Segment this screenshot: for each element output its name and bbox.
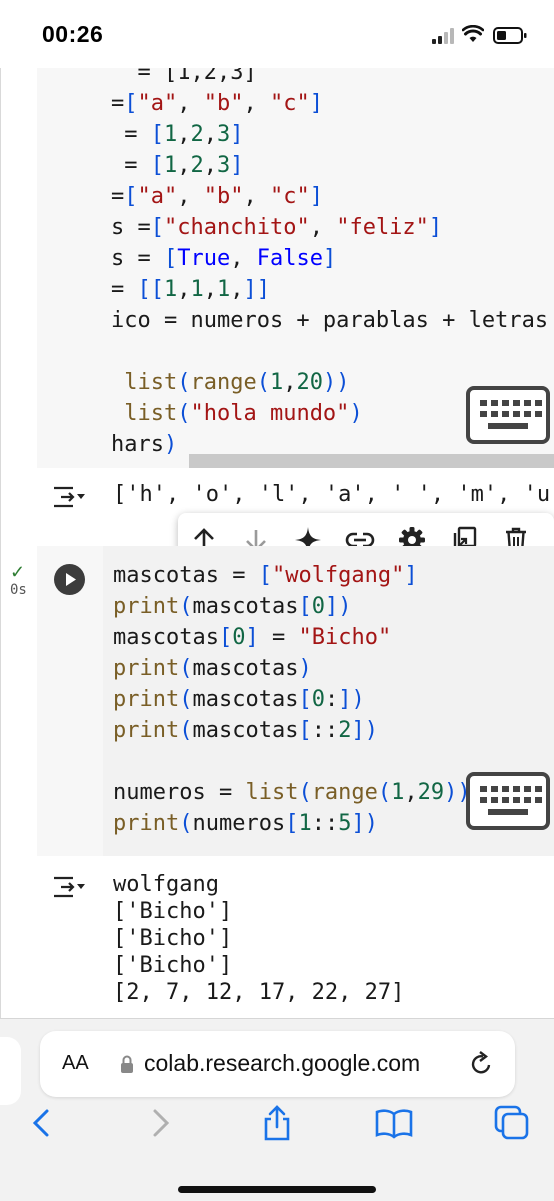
previous-tab-peek[interactable] <box>0 1037 21 1105</box>
execution-time: 0s <box>10 582 27 598</box>
keyboard-icon-2[interactable] <box>466 772 550 830</box>
text-size-label: AA <box>62 1052 89 1074</box>
cellular-signal-icon <box>432 28 458 44</box>
code-line[interactable]: print(mascotas[::2]) <box>113 716 378 746</box>
code-line[interactable]: = [1,2,3] <box>111 120 243 150</box>
code-line[interactable]: print(mascotas) <box>113 654 312 684</box>
output-options-icon[interactable] <box>53 484 87 510</box>
status-bar: 00:26 <box>0 0 554 68</box>
url-text: colab.research.google.com <box>144 1050 421 1076</box>
code-line[interactable]: list("hola mundo") <box>111 399 362 429</box>
code-line[interactable]: = [1,2,3] <box>111 68 256 88</box>
code-line[interactable]: print(mascotas[0:]) <box>113 685 365 715</box>
left-edge-divider <box>0 68 1 1018</box>
forward-icon[interactable] <box>140 1103 180 1143</box>
safari-toolbar: AA colab.research.google.com <box>0 1018 554 1201</box>
output-line: ['Bicho'] <box>113 899 233 924</box>
keyboard-icon[interactable] <box>466 386 550 444</box>
code-line[interactable]: hars) <box>111 430 177 460</box>
battery-icon <box>493 27 527 44</box>
output-line: ['Bicho'] <box>113 953 233 978</box>
play-icon <box>66 573 76 586</box>
code-line[interactable]: print(mascotas[0]) <box>113 592 351 622</box>
code-line[interactable]: = [[1,1,1,]] <box>111 275 270 305</box>
output-line: [2, 7, 12, 17, 22, 27] <box>113 980 405 1005</box>
colab-notebook[interactable]: = [1,2,3] =["a", "b", "c"] = [1,2,3] = [1… <box>0 68 554 1018</box>
output-line: ['Bicho'] <box>113 926 233 951</box>
output-options-icon-2[interactable] <box>53 874 87 900</box>
code-line[interactable]: mascotas = ["wolfgang"] <box>113 561 418 591</box>
back-icon[interactable] <box>22 1103 62 1143</box>
tabs-icon[interactable] <box>492 1103 532 1143</box>
bookmarks-icon[interactable] <box>374 1103 414 1143</box>
home-indicator <box>178 1186 376 1193</box>
wifi-icon <box>462 25 484 42</box>
text-size-button[interactable]: AA <box>62 1052 89 1075</box>
lock-icon <box>121 1055 133 1073</box>
share-icon[interactable] <box>257 1103 297 1143</box>
horizontal-scrollbar[interactable] <box>189 454 554 468</box>
code-line[interactable]: numeros = list(range(1,29)) <box>113 778 471 808</box>
code-line[interactable]: ico = numeros + parablas + letras <box>111 306 548 336</box>
code-line[interactable]: print(numeros[1::5]) <box>113 809 378 839</box>
status-time: 00:26 <box>42 21 104 47</box>
address-bar[interactable]: AA colab.research.google.com <box>40 1031 515 1097</box>
cell-2-output: wolfgang ['Bicho'] ['Bicho'] ['Bicho'] [… <box>37 856 554 1018</box>
code-line[interactable]: = [1,2,3] <box>111 151 243 181</box>
code-line[interactable]: list(range(1,20)) <box>111 368 349 398</box>
code-line[interactable]: s =["chanchito", "feliz"] <box>111 213 442 243</box>
code-line[interactable]: =["a", "b", "c"] <box>111 182 323 212</box>
execution-success-icon: ✓ <box>10 562 26 582</box>
code-line[interactable]: =["a", "b", "c"] <box>111 89 323 119</box>
cell-1-output-text: ['h', 'o', 'l', 'a', ' ', 'm', 'u <box>113 482 551 507</box>
code-line[interactable]: s = [True, False] <box>111 244 336 274</box>
output-line: wolfgang <box>113 872 219 897</box>
reload-icon[interactable] <box>468 1051 494 1077</box>
code-line[interactable]: mascotas[0] = "Bicho" <box>113 623 391 653</box>
run-cell-button[interactable] <box>54 564 85 595</box>
